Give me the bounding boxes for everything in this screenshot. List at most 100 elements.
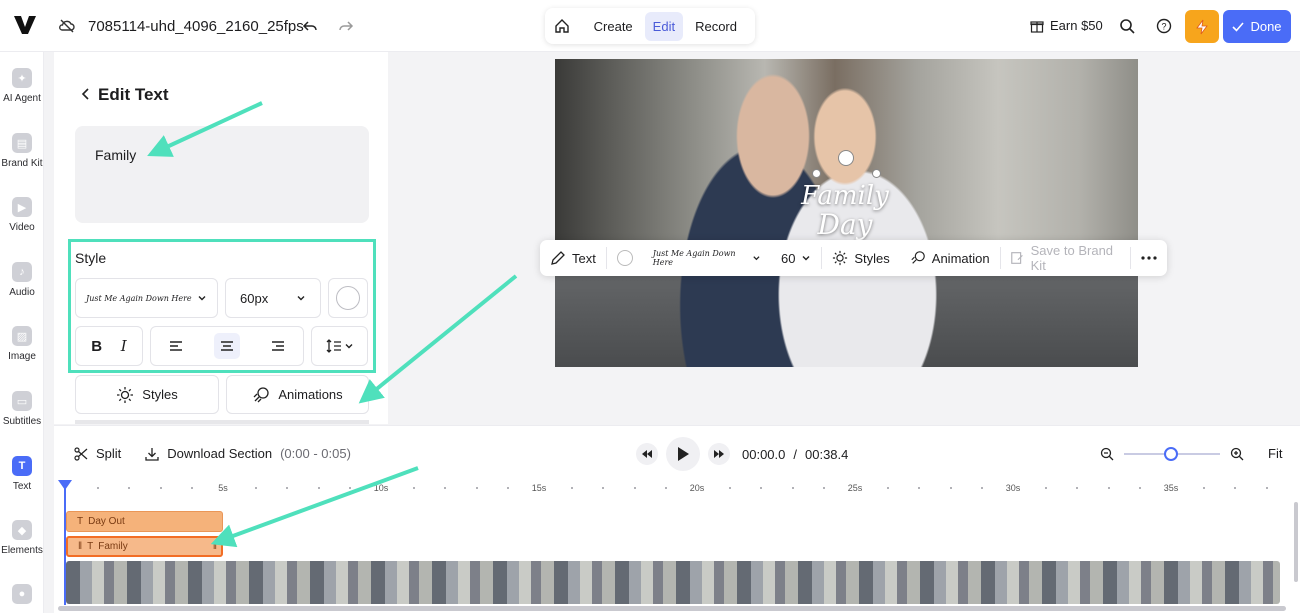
ruler-tick	[1139, 487, 1142, 489]
mode-create[interactable]: Create	[586, 12, 641, 41]
animations-button[interactable]: Animations	[226, 375, 369, 414]
text-color-picker[interactable]	[328, 278, 368, 318]
animation-icon	[911, 251, 925, 264]
font-select[interactable]: Just Me Again Down Here	[75, 278, 218, 318]
panel-title: Edit Text	[98, 85, 169, 104]
sun-icon	[117, 386, 134, 403]
ruler-tick	[602, 487, 605, 489]
chevron-down-icon	[345, 344, 352, 349]
playback-controls: 00:00.0 / 00:38.4	[636, 437, 848, 471]
text-floating-toolbar: Text Just Me Again Down Here 60 Styles A…	[540, 240, 1167, 276]
text-input[interactable]: Family	[75, 126, 369, 223]
fit-button[interactable]: Fit	[1268, 446, 1282, 461]
ruler-label: 25s	[847, 483, 863, 493]
toolbar-styles-button[interactable]: Styles	[822, 240, 899, 276]
rail-item-subtitles[interactable]: ▭ Subtitles	[0, 391, 44, 427]
resize-handle-right[interactable]	[872, 169, 881, 178]
align-center-icon[interactable]	[213, 333, 240, 359]
undo-icon[interactable]	[302, 18, 318, 34]
search-icon[interactable]	[1119, 18, 1135, 34]
toolbar-size-select[interactable]: 60	[771, 240, 821, 276]
rail-item-ai-agent[interactable]: ✦ AI Agent	[0, 68, 44, 104]
font-size-select[interactable]: 60px	[225, 278, 321, 318]
style-label: Style	[75, 250, 107, 266]
clip-trim-handle-right[interactable]: ‖	[213, 541, 217, 552]
ruler-tick	[96, 487, 99, 489]
align-left-icon[interactable]	[163, 333, 189, 359]
rotate-handle-icon[interactable]	[838, 150, 854, 166]
skip-back-icon[interactable]	[636, 443, 658, 465]
mode-edit[interactable]: Edit	[644, 11, 684, 41]
styles-button[interactable]: Styles	[75, 375, 219, 414]
timeline-clip-family[interactable]: ‖ T Family ‖	[66, 536, 223, 557]
help-icon[interactable]: ?	[1156, 18, 1172, 34]
cloud-off-icon[interactable]	[58, 17, 76, 35]
rail-item-video[interactable]: ▶ Video	[0, 197, 44, 233]
video-track-filmstrip[interactable]	[66, 561, 1280, 604]
audio-icon: ♪	[12, 262, 32, 282]
redo-icon[interactable]	[338, 18, 354, 34]
toolbar-animation-button[interactable]: Animation	[900, 240, 1000, 276]
upgrade-bolt-button[interactable]	[1185, 10, 1219, 43]
split-button[interactable]: Split	[96, 446, 121, 461]
line-height-select[interactable]	[311, 326, 368, 366]
save-to-brand-kit-button[interactable]: Save to Brand Kit	[1000, 240, 1130, 276]
earn-button[interactable]: Earn $50	[1030, 18, 1103, 33]
font-size-value: 60px	[240, 290, 269, 306]
rail-item-audio[interactable]: ♪ Audio	[0, 262, 44, 298]
svg-text:?: ?	[1161, 22, 1166, 32]
rail-item-elements[interactable]: ◆ Elements	[0, 520, 44, 556]
bold-italic-group: B I	[75, 326, 143, 366]
timeline-ruler[interactable]: 5s 10s 15s 20s 25s 30s 35s	[62, 480, 1280, 498]
timeline-vertical-scrollbar[interactable]	[1294, 502, 1298, 582]
clip-trim-handle-left[interactable]: ‖	[78, 541, 82, 552]
zoom-out-icon[interactable]	[1100, 447, 1114, 461]
toolbar-text-label: Text	[572, 250, 596, 266]
resize-handle-left[interactable]	[812, 169, 821, 178]
done-button[interactable]: Done	[1223, 10, 1291, 43]
scissors-icon[interactable]	[74, 446, 88, 461]
download-section-button[interactable]: Download Section	[167, 446, 272, 461]
zoom-controls: Fit	[1100, 446, 1282, 461]
ruler-tick	[1076, 487, 1079, 489]
timeline-tools: Split Download Section (0:00 - 0:05)	[74, 446, 351, 461]
rail-item-brand-kit[interactable]: ▤ Brand Kit	[0, 133, 44, 169]
arrow-to-animations	[358, 274, 518, 404]
align-right-icon[interactable]	[265, 333, 291, 359]
ruler-tick	[981, 487, 984, 489]
ruler-tick	[507, 487, 510, 489]
zoom-slider[interactable]	[1124, 446, 1220, 461]
download-icon[interactable]	[145, 447, 159, 461]
playhead-marker-icon[interactable]	[58, 480, 72, 490]
brand-kit-icon	[1011, 252, 1024, 264]
done-label: Done	[1250, 19, 1282, 34]
italic-button[interactable]: I	[121, 337, 127, 355]
zoom-slider-knob[interactable]	[1164, 446, 1178, 461]
mode-record[interactable]: Record	[687, 12, 745, 41]
toolbar-text-button[interactable]: Text	[540, 240, 606, 276]
play-icon[interactable]	[666, 437, 700, 471]
rail-item-image[interactable]: ▨ Image	[0, 326, 44, 362]
panel-divider	[75, 420, 369, 424]
zoom-in-icon[interactable]	[1230, 447, 1244, 461]
timeline-horizontal-scrollbar[interactable]	[58, 606, 1286, 611]
toolbar-font-select[interactable]: Just Me Again Down Here	[643, 240, 771, 276]
pencil-icon	[551, 251, 565, 265]
project-filename[interactable]: 7085114-uhd_4096_2160_25fps	[88, 18, 304, 35]
toolbar-size-value: 60	[781, 250, 796, 266]
ruler-label: 20s	[689, 483, 705, 493]
toolbar-color-picker[interactable]	[607, 240, 643, 276]
bold-button[interactable]: B	[91, 338, 102, 355]
playhead[interactable]	[64, 480, 66, 605]
save-to-brand-kit-label: Save to Brand Kit	[1030, 243, 1114, 273]
ruler-tick	[918, 487, 921, 489]
timeline-clip-day-out[interactable]: T Day Out	[66, 511, 223, 532]
home-icon[interactable]	[551, 18, 574, 34]
app-logo-icon[interactable]	[12, 12, 38, 38]
rail-item-text[interactable]: T Text	[0, 456, 44, 492]
ruler-tick	[1234, 487, 1237, 489]
rail-item-more[interactable]: ●	[0, 584, 44, 609]
more-options-icon[interactable]	[1131, 240, 1167, 276]
back-arrow-icon[interactable]	[80, 86, 92, 102]
skip-forward-icon[interactable]	[708, 443, 730, 465]
